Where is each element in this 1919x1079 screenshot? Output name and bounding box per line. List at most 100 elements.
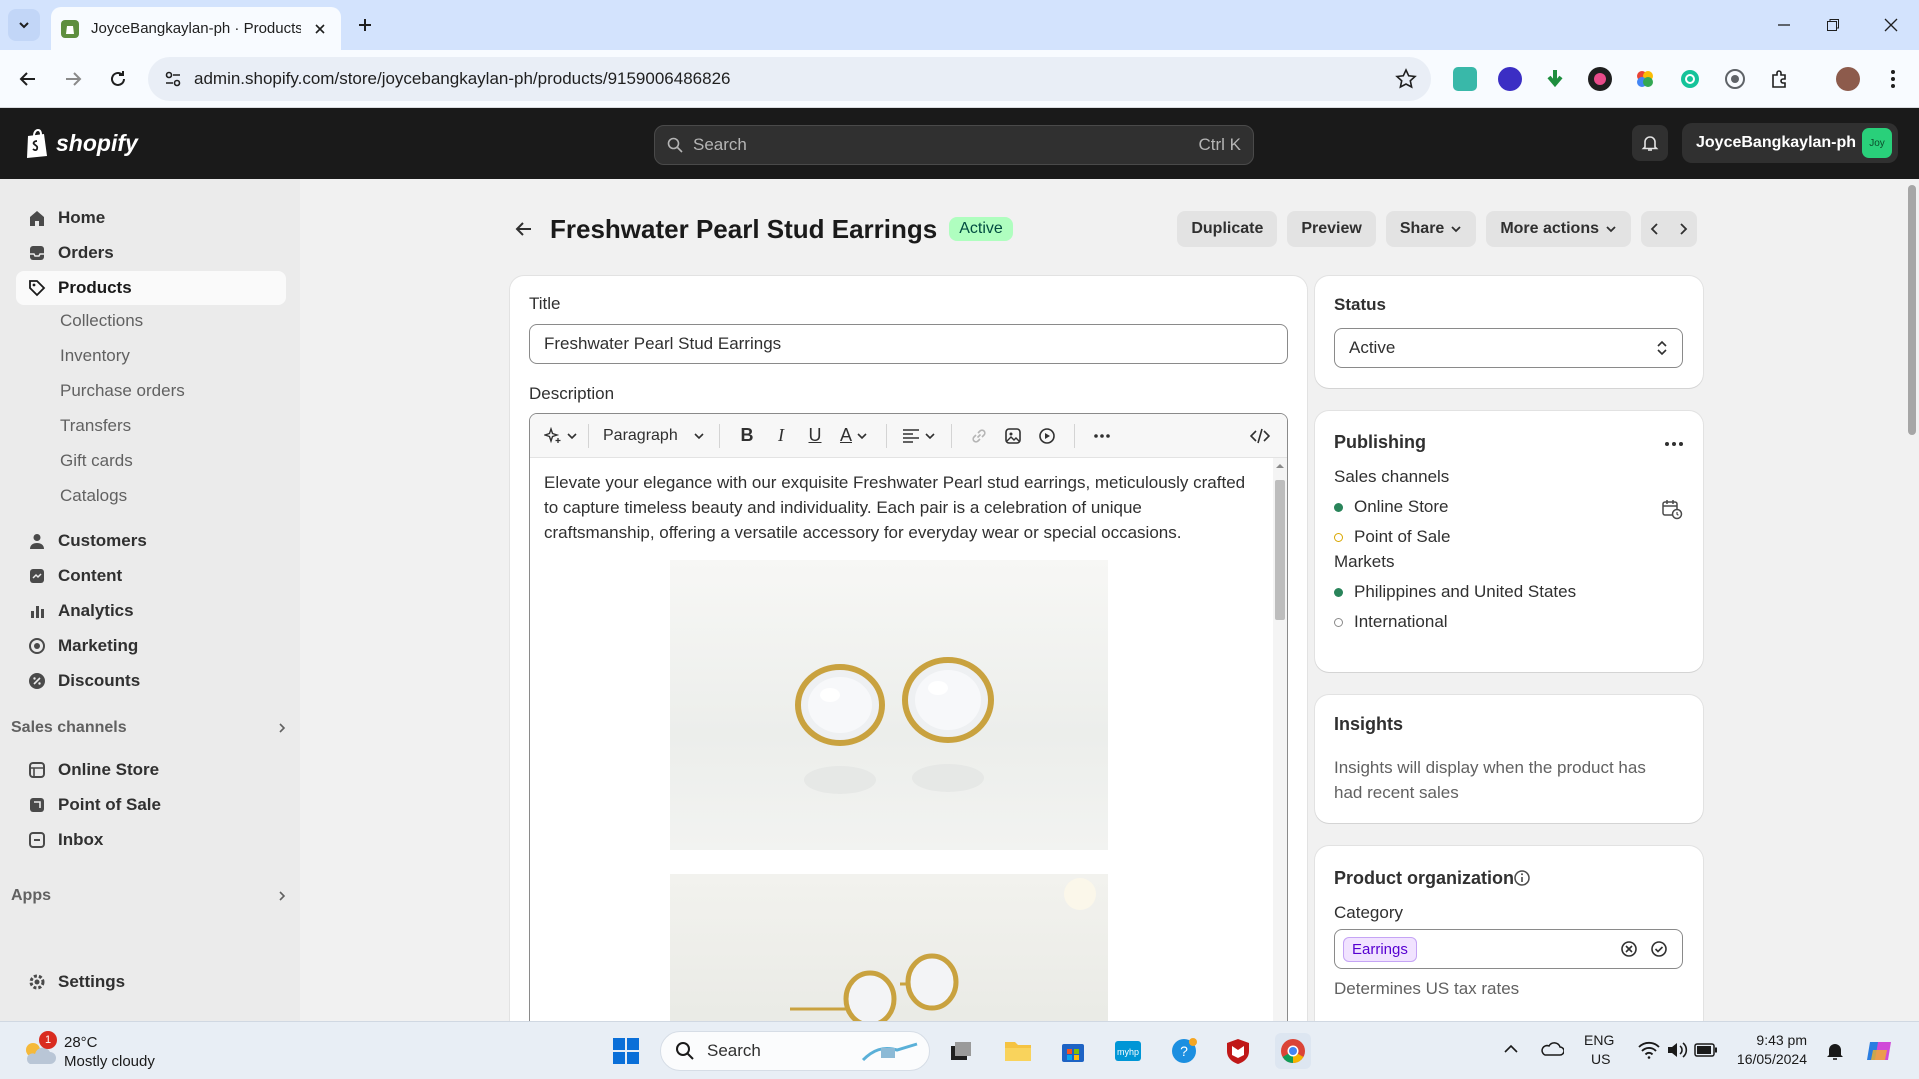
bold-icon[interactable]: B [730,421,764,451]
copilot-icon[interactable] [1864,1036,1894,1066]
wifi-icon[interactable] [1638,1041,1660,1059]
underline-icon[interactable]: U [798,421,832,451]
italic-icon[interactable]: I [764,421,798,451]
sidebar-item-catalogs[interactable]: Catalogs [60,481,127,511]
shopify-logo[interactable]: shopify [24,128,138,158]
store-menu-button[interactable]: JoyceBangkaylan-ph Joy [1682,123,1898,163]
tab-search-button[interactable] [8,9,40,41]
task-view-icon[interactable] [943,1033,979,1069]
sidebar-item-gift-cards[interactable]: Gift cards [60,446,133,476]
microsoft-store-icon[interactable] [1055,1033,1091,1069]
start-button[interactable] [608,1033,644,1069]
sidebar-item-customers[interactable]: Customers [16,524,286,558]
sidebar-item-transfers[interactable]: Transfers [60,411,131,441]
support-assistant-icon[interactable]: ? [1166,1033,1202,1069]
notification-bell-icon[interactable] [1826,1041,1844,1061]
reload-button[interactable] [103,64,133,94]
volume-icon[interactable] [1666,1041,1688,1059]
editor-scroll-thumb[interactable] [1275,480,1285,620]
back-to-products-button[interactable] [510,215,538,243]
extension-gray-icon[interactable] [1723,67,1747,91]
myhp-icon[interactable]: myhp [1110,1033,1146,1069]
link-icon[interactable] [962,421,996,451]
clock-date[interactable]: 16/05/2024 [1727,1050,1807,1068]
extension-1-icon[interactable] [1453,67,1477,91]
align-button[interactable] [897,421,941,451]
extensions-puzzle-icon[interactable] [1768,67,1792,91]
sidebar-item-collections[interactable]: Collections [60,306,143,336]
clock-time[interactable]: 9:43 pm [1737,1031,1807,1049]
extension-green-arrow-icon[interactable] [1543,67,1567,91]
sidebar-item-settings[interactable]: Settings [16,965,286,999]
more-formatting-icon[interactable] [1085,421,1119,451]
sidebar-item-discounts[interactable]: Discounts [16,664,286,698]
sidebar-section-sales-channels[interactable]: Sales channels [11,719,287,737]
title-input[interactable]: Freshwater Pearl Stud Earrings [529,324,1288,364]
browser-menu-icon[interactable] [1881,67,1905,91]
more-options-icon[interactable] [1664,441,1684,447]
confirm-check-icon[interactable] [1650,940,1668,958]
preview-button[interactable]: Preview [1287,211,1376,247]
scroll-up-icon[interactable] [1273,460,1287,472]
extension-color-icon[interactable] [1588,67,1612,91]
text-color-button[interactable]: A [832,421,876,451]
notifications-button[interactable] [1632,125,1668,161]
file-explorer-icon[interactable] [1000,1033,1036,1069]
status-select[interactable]: Active [1334,328,1683,368]
language-indicator-1[interactable]: ENG [1584,1031,1614,1049]
paragraph-format-select[interactable]: Paragraph [599,421,709,451]
sidebar-section-apps[interactable]: Apps [11,887,287,905]
extension-grammarly-icon[interactable] [1678,67,1702,91]
taskbar-search[interactable]: Search [660,1031,930,1071]
description-editor[interactable]: Paragraph B I U A Elevate your elegance … [529,413,1288,1021]
close-tab-icon[interactable] [309,18,331,40]
forward-button[interactable] [58,64,88,94]
previous-product-icon[interactable] [1649,223,1661,235]
show-hidden-icons-chevron[interactable] [1504,1044,1518,1054]
more-actions-button[interactable]: More actions [1486,211,1631,247]
weather-widget[interactable]: 1 28°C Mostly cloudy [20,1031,200,1072]
browser-tab-active[interactable]: JoyceBangkaylan-ph · Products [51,7,341,50]
info-icon[interactable] [1513,869,1531,887]
site-info-icon[interactable] [164,70,182,88]
sidebar-item-home[interactable]: Home [16,201,286,235]
back-button[interactable] [13,64,43,94]
page-scrollbar[interactable] [1905,179,1919,1021]
sidebar-item-products[interactable]: Products [16,271,286,305]
insert-video-icon[interactable] [1030,421,1064,451]
editor-scrollbar[interactable] [1273,458,1287,1021]
mcafee-icon[interactable] [1220,1033,1256,1069]
profile-avatar[interactable] [1836,67,1860,91]
next-product-icon[interactable] [1677,223,1689,235]
bookmark-star-icon[interactable] [1395,68,1417,90]
extension-pinwheel-icon[interactable] [1633,67,1657,91]
battery-icon[interactable] [1694,1043,1718,1057]
duplicate-button[interactable]: Duplicate [1177,211,1278,247]
clear-circle-icon[interactable] [1620,940,1638,958]
onedrive-icon[interactable] [1540,1040,1564,1058]
sidebar-item-inbox[interactable]: Inbox [16,823,286,857]
extension-download-icon[interactable] [1498,67,1522,91]
address-bar[interactable]: admin.shopify.com/store/joycebangkaylan-… [148,57,1431,101]
page-scroll-thumb[interactable] [1908,185,1916,435]
insert-image-icon[interactable] [996,421,1030,451]
admin-search-input[interactable]: Search Ctrl K [654,125,1254,165]
ai-magic-button[interactable] [544,421,578,451]
sidebar-item-marketing[interactable]: Marketing [16,629,286,663]
category-input[interactable]: Earrings [1334,929,1683,969]
chrome-taskbar-icon[interactable] [1275,1033,1311,1069]
sidebar-item-online-store[interactable]: Online Store [16,753,286,787]
close-window-button[interactable] [1878,12,1904,38]
schedule-calendar-icon[interactable] [1661,498,1683,520]
sidebar-item-point-of-sale[interactable]: Point of Sale [16,788,286,822]
share-button[interactable]: Share [1385,211,1477,247]
sidebar-item-orders[interactable]: Orders [16,236,286,270]
minimize-button[interactable] [1771,12,1797,38]
show-html-icon[interactable] [1243,421,1277,451]
sidebar-item-content[interactable]: Content [16,559,286,593]
restore-button[interactable] [1820,12,1846,38]
sidebar-item-analytics[interactable]: Analytics [16,594,286,628]
new-tab-button[interactable] [352,12,378,38]
sidebar-item-inventory[interactable]: Inventory [60,341,130,371]
category-chip[interactable]: Earrings [1343,936,1417,962]
